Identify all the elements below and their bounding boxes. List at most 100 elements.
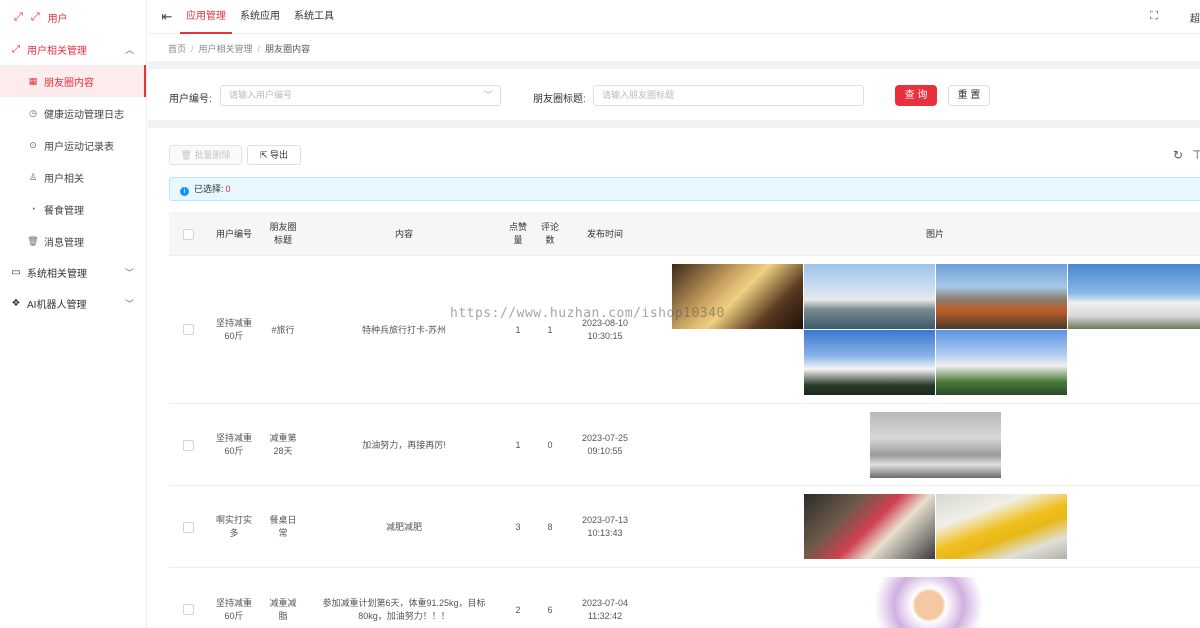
cell-date: 2023-07-25 xyxy=(581,433,629,443)
reset-button[interactable]: 重 置 xyxy=(948,85,990,106)
photo-thumbnail[interactable] xyxy=(804,494,935,559)
cell-title: 减重第 28天 xyxy=(261,432,305,458)
row-checkbox[interactable] xyxy=(183,324,194,335)
sidebar-item-label: 用户相关 xyxy=(44,173,84,185)
play-circle-icon: ⊙ xyxy=(29,139,37,150)
moment-title-placeholder: 请输入朋友圈标题 xyxy=(602,90,675,100)
sidebar: ⤢ ⤢ 用户 ⤢ 用户相关管理 ︿ ▦ 朋友圈内容 ◷ 健康运动管理日志 ⊙ 用… xyxy=(0,0,147,628)
grid-icon: ▦ xyxy=(28,75,38,86)
row-checkbox[interactable] xyxy=(183,522,194,533)
user-id-select[interactable]: 请输入用户编号 ﹀ xyxy=(220,85,501,106)
menu-group-user[interactable]: ⤢ 用户相关管理 ︿ xyxy=(0,34,146,65)
brand[interactable]: ⤢ ⤢ 用户 xyxy=(0,0,146,34)
sidebar-item-moments[interactable]: ▦ 朋友圈内容 xyxy=(0,65,146,97)
table-row[interactable]: 坚持减重 60斤 减重减 脂 参加减重计划第6天，体重91.25kg，目标 80… xyxy=(169,568,1200,628)
export-button[interactable]: ⇱ 导出 xyxy=(247,145,301,165)
col-comments: 评论 数 xyxy=(536,221,564,247)
brand-mask xyxy=(73,12,104,22)
cell-title-line1: 减重第 xyxy=(269,433,297,443)
cell-publish-time: 2023-07-25 09:10:55 xyxy=(573,432,637,458)
cell-time: 11:32:42 xyxy=(587,611,623,621)
sidebar-item-message[interactable]: 🗑 消息管理 xyxy=(0,225,146,257)
table-row[interactable]: 坚持减重 60斤 #旅行 特种兵旅行打卡-苏州 1 1 2023-08-10 1… xyxy=(169,256,1200,404)
photo-thumbnail[interactable] xyxy=(804,264,935,329)
table-row[interactable]: 啊实打实 多 餐桌日 常 减肥减肥 3 8 2023-07-13 10:13:4… xyxy=(169,486,1200,568)
clock-icon: ◷ xyxy=(29,107,37,118)
menu-group-system[interactable]: ▭ 系统相关管理 ﹀ xyxy=(0,257,146,288)
menu-group-ai[interactable]: ❖ AI机器人管理 ﹀ xyxy=(0,288,146,319)
cell-title: #旅行 xyxy=(271,325,295,335)
photo-thumbnail[interactable] xyxy=(936,264,1067,329)
sidebar-item-exercise-record[interactable]: ⊙ 用户运动记录表 xyxy=(0,129,146,161)
tab-system-tools[interactable]: 系统工具 xyxy=(294,0,334,34)
sidebar-item-meal[interactable]: ◔ 餐食管理 xyxy=(0,193,146,225)
col-title-line1: 朋友圈 xyxy=(269,222,297,232)
chevron-down-icon: ﹀ xyxy=(483,90,493,100)
cell-user-id: 坚持减重 60斤 xyxy=(211,432,257,458)
photo-thumbnail[interactable] xyxy=(870,412,1001,478)
moment-title-input[interactable]: 请输入朋友圈标题 xyxy=(593,85,864,106)
tab-app-management[interactable]: 应用管理 xyxy=(180,0,232,34)
topbar: ⇤ 应用管理 系统应用 系统工具 ⛶ 超 xyxy=(148,0,1200,34)
photo-thumbnail[interactable] xyxy=(936,494,1067,559)
cell-user-id-line1: 坚持减重 xyxy=(215,318,252,328)
cell-user-id-line1: 坚持减重 xyxy=(215,598,252,608)
sidebar-item-health-log[interactable]: ◷ 健康运动管理日志 xyxy=(0,97,146,129)
col-comments-line1: 评论 xyxy=(540,222,559,232)
photo-thumbnail[interactable] xyxy=(936,330,1067,395)
query-button[interactable]: 查 询 xyxy=(895,85,937,106)
photo-thumbnail[interactable] xyxy=(870,577,1001,628)
table-row[interactable]: 坚持减重 60斤 减重第 28天 加油努力，再接再厉! 1 0 2023-07-… xyxy=(169,404,1200,486)
cell-title-line2: 常 xyxy=(278,528,288,538)
sidebar-item-label: 餐食管理 xyxy=(44,205,84,217)
cell-title-line1: 餐桌日 xyxy=(269,515,297,525)
cell-time: 10:13:43 xyxy=(587,528,623,538)
cell-date: 2023-07-04 xyxy=(581,598,629,608)
cell-title-line1: 减重减 xyxy=(269,598,297,608)
cell-publish-time: 2023-07-13 10:13:43 xyxy=(573,514,637,540)
cell-likes: 1 xyxy=(515,325,521,335)
row-checkbox[interactable] xyxy=(183,604,194,615)
col-title-line2: 标题 xyxy=(273,235,292,245)
fullscreen-icon[interactable]: ⛶ xyxy=(1150,10,1158,23)
sidebar-item-label: 朋友圈内容 xyxy=(44,77,94,89)
batch-delete-button[interactable]: 🗑 批量删除 xyxy=(169,145,242,165)
chevron-up-icon: ︿ xyxy=(124,45,134,55)
chevron-down-icon: ﹀ xyxy=(124,268,134,278)
photo-thumbnail[interactable] xyxy=(672,264,803,329)
cell-time: 09:10:55 xyxy=(587,446,623,456)
column-settings-icon[interactable]: ⊤ xyxy=(1192,148,1200,162)
cell-title-line2: 脂 xyxy=(278,611,288,621)
cell-likes: 3 xyxy=(515,522,521,532)
window-icon: ▭ xyxy=(11,267,21,278)
trash-icon: 🗑 xyxy=(180,150,192,160)
select-all-checkbox[interactable] xyxy=(183,229,194,240)
user-menu[interactable]: 超 xyxy=(1190,10,1200,25)
logo-icon: ⤢ xyxy=(14,10,23,23)
cell-date: 2023-07-13 xyxy=(581,515,629,525)
refresh-icon[interactable]: ↻ xyxy=(1173,148,1183,162)
col-comments-line2: 数 xyxy=(545,235,555,245)
menu-fold-icon[interactable]: ⇤ xyxy=(148,9,186,25)
breadcrumb-user-management[interactable]: 用户相关管理 xyxy=(199,44,253,54)
col-user-id: 用户编号 xyxy=(215,229,252,239)
menu-group-ai-label: AI机器人管理 xyxy=(27,300,87,311)
tab-system-apps[interactable]: 系统应用 xyxy=(240,0,280,34)
photo-thumbnail[interactable] xyxy=(1068,264,1200,329)
trash-icon: 🗑 xyxy=(27,235,39,246)
sidebar-item-user[interactable]: ♙ 用户相关 xyxy=(0,161,146,193)
cell-user-id: 啊实打实 多 xyxy=(211,514,257,540)
menu-group-user-label: 用户相关管理 xyxy=(27,46,87,57)
cell-title: 减重减 脂 xyxy=(261,597,305,623)
breadcrumb: 首页 / 用户相关管理 / 朋友圈内容 xyxy=(168,44,311,54)
cell-title-line2: 28天 xyxy=(273,446,293,456)
cell-content: 特种兵旅行打卡-苏州 xyxy=(362,325,446,335)
photo-thumbnail[interactable] xyxy=(804,330,935,395)
section-divider xyxy=(148,120,1200,128)
breadcrumb-home[interactable]: 首页 xyxy=(168,44,186,54)
row-checkbox[interactable] xyxy=(183,440,194,451)
cell-user-id-line2: 多 xyxy=(229,528,239,538)
dashboard-icon: ◔ xyxy=(30,204,36,214)
selection-text: 已选择: xyxy=(194,184,224,194)
expand-arrows-icon: ⤢ xyxy=(12,44,20,55)
